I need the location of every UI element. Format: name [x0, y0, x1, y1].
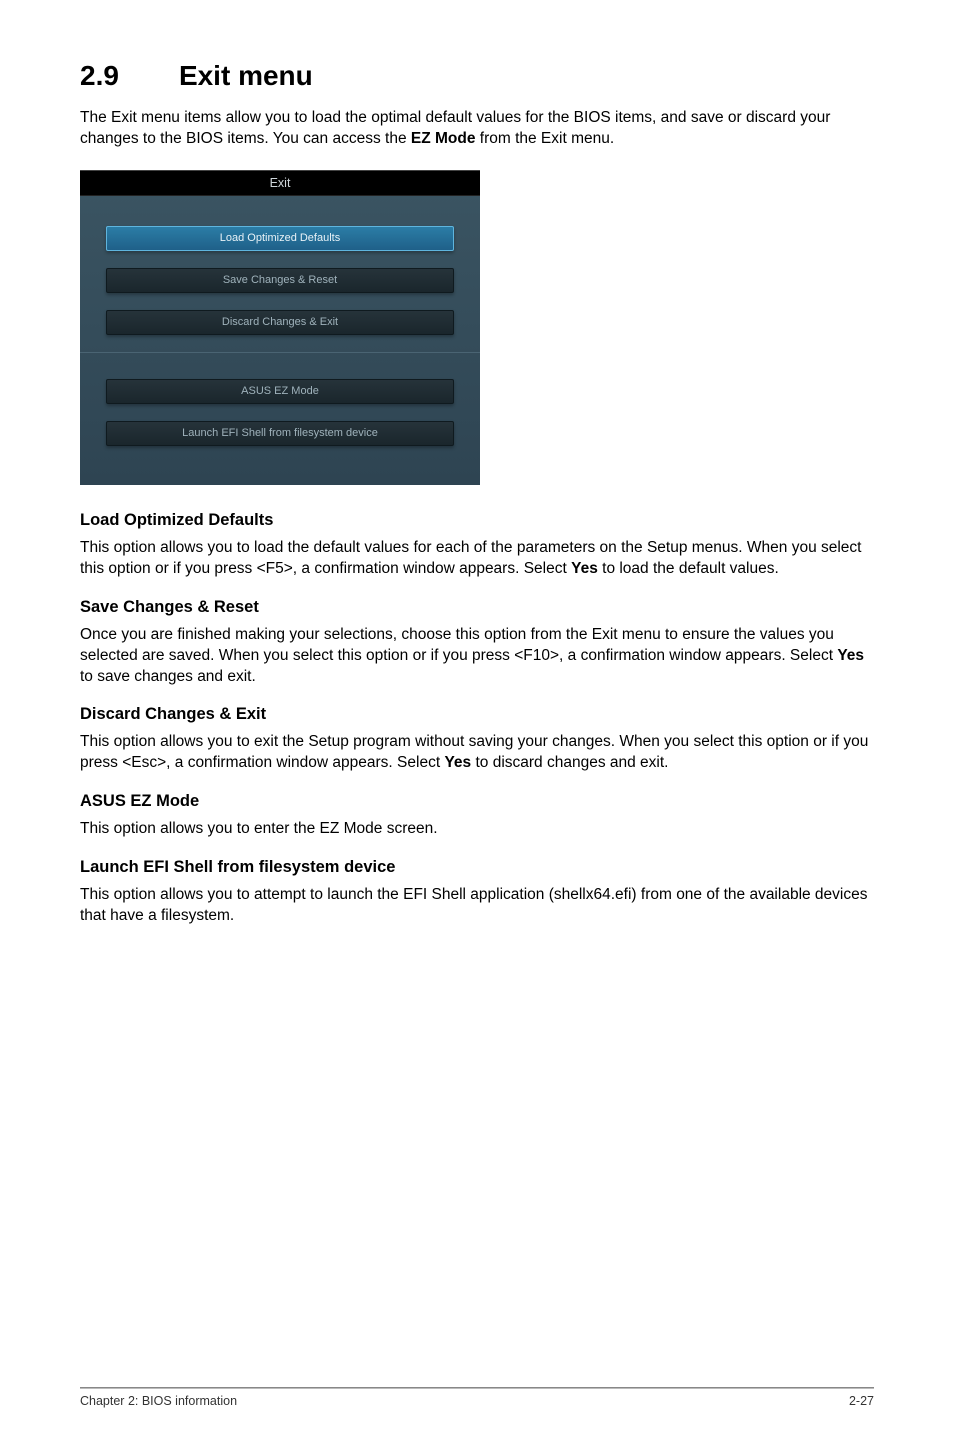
intro-bold: EZ Mode — [411, 130, 476, 147]
asus-ez-mode-button[interactable]: ASUS EZ Mode — [106, 379, 454, 403]
load-defaults-post: to load the default values. — [598, 560, 779, 577]
launch-efi-heading: Launch EFI Shell from filesystem device — [80, 858, 874, 877]
launch-efi-shell-label: Launch EFI Shell from filesystem device — [106, 421, 454, 446]
section-title: 2.9 Exit menu — [80, 60, 874, 92]
discard-exit-post: to discard changes and exit. — [471, 754, 668, 771]
discard-exit-bold: Yes — [444, 754, 471, 771]
intro-paragraph: The Exit menu items allow you to load th… — [80, 108, 874, 150]
page-footer: Chapter 2: BIOS information 2-27 — [80, 1387, 874, 1408]
load-defaults-text: This option allows you to load the defau… — [80, 538, 874, 580]
load-optimized-defaults-button[interactable]: Load Optimized Defaults — [106, 226, 454, 250]
footer-right: 2-27 — [849, 1394, 874, 1408]
discard-exit-heading: Discard Changes & Exit — [80, 705, 874, 724]
bios-spacer — [80, 196, 480, 226]
section-heading: Exit menu — [179, 60, 313, 92]
ez-mode-text: This option allows you to enter the EZ M… — [80, 819, 874, 840]
discard-exit-text: This option allows you to exit the Setup… — [80, 732, 874, 774]
footer-left: Chapter 2: BIOS information — [80, 1394, 237, 1408]
load-optimized-defaults-label: Load Optimized Defaults — [106, 226, 454, 251]
save-reset-text: Once you are finished making your select… — [80, 625, 874, 688]
load-defaults-bold: Yes — [571, 560, 598, 577]
ez-mode-heading: ASUS EZ Mode — [80, 792, 874, 811]
bios-panel-header: Exit — [80, 170, 480, 196]
launch-efi-shell-button[interactable]: Launch EFI Shell from filesystem device — [106, 421, 454, 445]
asus-ez-mode-label: ASUS EZ Mode — [106, 379, 454, 404]
save-reset-heading: Save Changes & Reset — [80, 598, 874, 617]
load-defaults-heading: Load Optimized Defaults — [80, 511, 874, 530]
intro-post: from the Exit menu. — [475, 130, 614, 147]
bios-exit-panel: Exit Load Optimized Defaults Save Change… — [80, 170, 480, 485]
section-number: 2.9 — [80, 60, 119, 92]
save-changes-reset-button[interactable]: Save Changes & Reset — [106, 268, 454, 292]
launch-efi-text: This option allows you to attempt to lau… — [80, 885, 874, 927]
discard-changes-exit-button[interactable]: Discard Changes & Exit — [106, 310, 454, 334]
save-reset-post: to save changes and exit. — [80, 668, 256, 685]
discard-changes-exit-label: Discard Changes & Exit — [106, 310, 454, 335]
save-reset-pre: Once you are finished making your select… — [80, 626, 837, 664]
save-changes-reset-label: Save Changes & Reset — [106, 268, 454, 293]
bios-divider — [80, 352, 480, 353]
save-reset-bold: Yes — [837, 647, 864, 664]
